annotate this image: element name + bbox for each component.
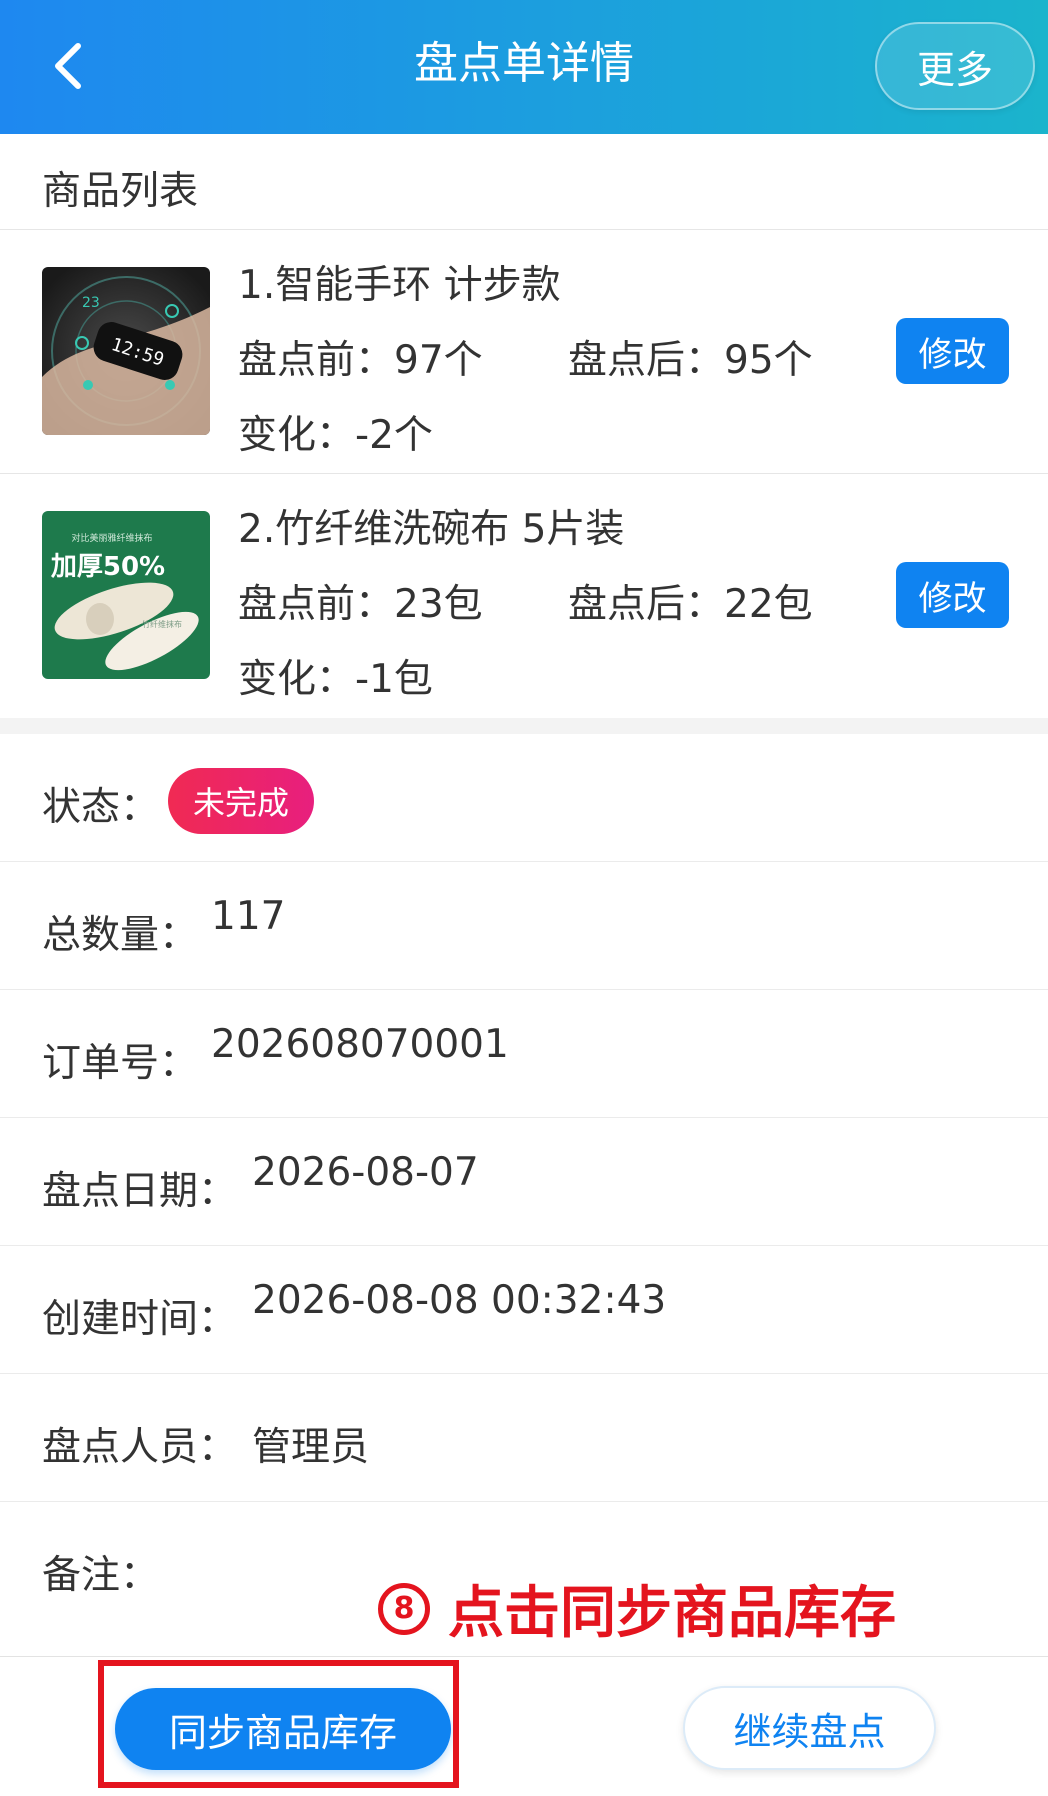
svg-text:23: 23 xyxy=(82,295,100,311)
created-value: 2026-08-08 00:32:43 xyxy=(252,1278,667,1323)
step-number-badge: 8 xyxy=(378,1582,430,1635)
highlight-box xyxy=(98,1660,459,1788)
staff-row: 盘点人员： 管理员 xyxy=(0,1374,1048,1502)
edit-button[interactable]: 修改 xyxy=(896,318,1009,384)
status-row: 状态： 未完成 xyxy=(0,734,1048,862)
created-label: 创建时间： xyxy=(42,1297,238,1342)
product-before-count: 盘点前：23包 xyxy=(238,582,483,627)
date-row: 盘点日期： 2026-08-07 xyxy=(0,1118,1048,1246)
product-name: 1.智能手环 计步款 xyxy=(238,263,561,308)
product-item: 对比美丽雅纤维抹布 加厚50% 竹纤维抹布 2.竹纤维洗碗布 5片装 盘点前：2… xyxy=(0,474,1048,718)
svg-text:加厚50%: 加厚50% xyxy=(51,552,165,582)
product-change: 变化：-2个 xyxy=(238,413,433,458)
product-before-count: 盘点前：97个 xyxy=(238,338,483,383)
annotation-text: 点击同步商品库存 xyxy=(448,1581,896,1646)
product-list-header: 商品列表 xyxy=(0,134,1048,230)
tutorial-annotation: 8 点击同步商品库存 xyxy=(378,1568,896,1649)
date-value: 2026-08-07 xyxy=(252,1150,479,1195)
order-label: 订单号： xyxy=(42,1041,199,1086)
created-row: 创建时间： 2026-08-08 00:32:43 xyxy=(0,1246,1048,1374)
product-after-count: 盘点后：95个 xyxy=(568,338,813,383)
remark-label: 备注： xyxy=(42,1553,160,1598)
dishcloth-thumbnail: 对比美丽雅纤维抹布 加厚50% 竹纤维抹布 xyxy=(42,511,210,679)
edit-button[interactable]: 修改 xyxy=(896,562,1009,628)
header-bar: 盘点单详情 更多 xyxy=(0,0,1048,134)
total-label: 总数量： xyxy=(42,913,199,958)
product-name: 2.竹纤维洗碗布 5片装 xyxy=(238,507,625,552)
staff-value: 管理员 xyxy=(252,1425,370,1470)
total-value: 117 xyxy=(211,894,286,939)
svg-text:对比美丽雅纤维抹布: 对比美丽雅纤维抹布 xyxy=(71,532,152,544)
section-divider xyxy=(0,718,1048,734)
product-change: 变化：-1包 xyxy=(238,657,433,702)
continue-count-button[interactable]: 继续盘点 xyxy=(683,1686,936,1770)
product-list-title: 商品列表 xyxy=(42,169,199,214)
order-value: 202608070001 xyxy=(211,1022,509,1067)
staff-label: 盘点人员： xyxy=(42,1425,238,1470)
smart-band-thumbnail: 12:59 23 xyxy=(42,267,210,435)
product-after-count: 盘点后：22包 xyxy=(568,582,813,627)
date-label: 盘点日期： xyxy=(42,1169,238,1214)
total-row: 总数量： 117 xyxy=(0,862,1048,990)
svg-text:竹纤维抹布: 竹纤维抹布 xyxy=(142,619,182,629)
more-button[interactable]: 更多 xyxy=(875,22,1035,110)
product-item: 12:59 23 1.智能手环 计步款 盘点前：97个 盘点后：95个 变化：-… xyxy=(0,230,1048,474)
status-label: 状态： xyxy=(42,785,160,830)
status-badge: 未完成 xyxy=(168,768,314,834)
order-row: 订单号： 202608070001 xyxy=(0,990,1048,1118)
